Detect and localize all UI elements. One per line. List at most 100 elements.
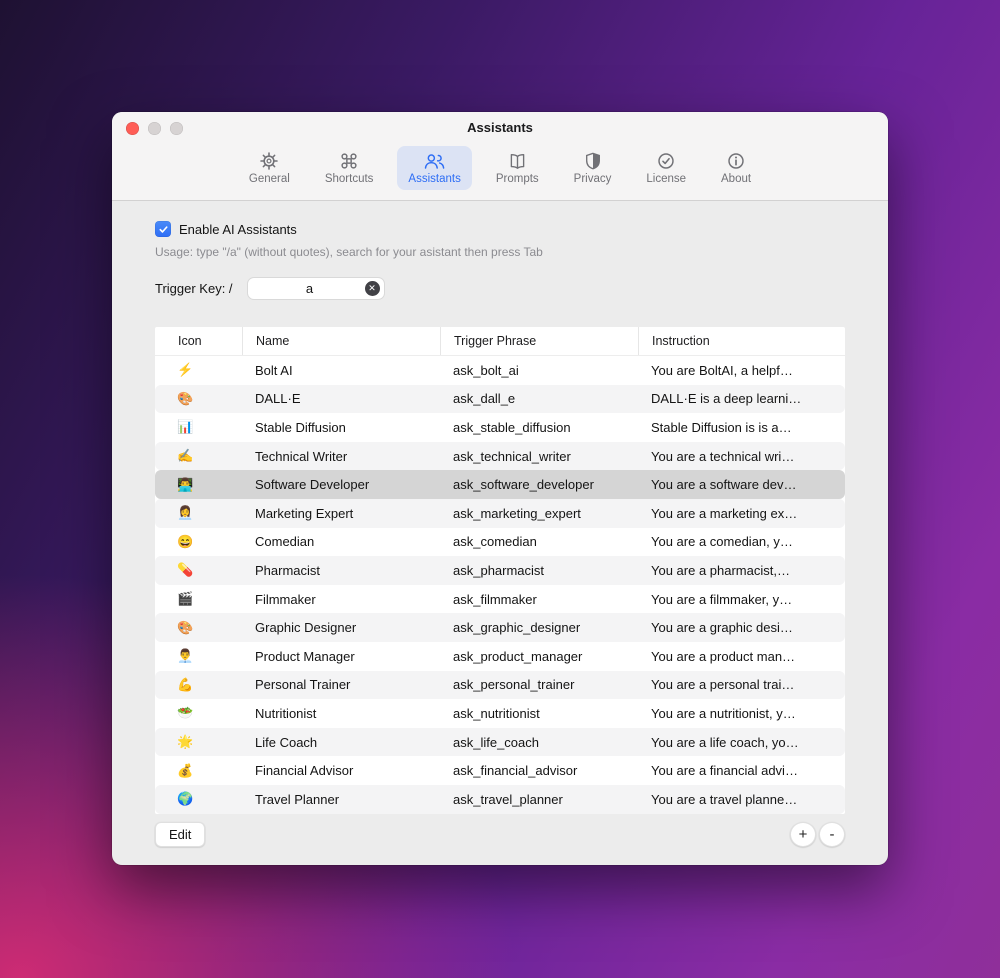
tab-general[interactable]: General [238, 146, 301, 190]
row-name: Personal Trainer [255, 677, 351, 693]
row-trigger-phrase: ask_graphic_designer [453, 620, 581, 636]
clear-field-icon[interactable]: ✕ [364, 281, 380, 296]
assistants-table: Icon Name Trigger Phrase Instruction ⚡ Bo… [155, 327, 845, 814]
row-instruction: You are a pharmacist,… [651, 562, 790, 578]
row-trigger-phrase: ask_marketing_expert [453, 505, 581, 521]
table-row[interactable]: 👨‍💻 Software Developer ask_software_develo… [155, 470, 845, 499]
seal-check-icon [657, 151, 675, 171]
tab-assistants[interactable]: Assistants [397, 146, 472, 190]
row-icon: 🎬 [177, 591, 194, 607]
row-icon: 🎨 [177, 390, 194, 406]
row-trigger-phrase: ask_dall_e [453, 391, 516, 407]
checkmark-icon [158, 225, 168, 233]
row-instruction: You are BoltAI, a helpf… [651, 362, 793, 378]
row-icon: 💪 [177, 676, 194, 692]
tab-label: License [646, 173, 687, 185]
row-icon: 🌟 [177, 734, 194, 750]
header-icon[interactable]: Icon [155, 327, 242, 355]
row-trigger-phrase: ask_travel_planner [453, 791, 563, 807]
row-name: Bolt AI [255, 362, 293, 378]
row-trigger-phrase: ask_pharmacist [453, 562, 545, 578]
remove-assistant-button[interactable]: - [819, 822, 845, 847]
table-row[interactable]: ✍️ Technical Writer ask_technical_writer Yo… [155, 441, 845, 471]
table-row[interactable]: 👨‍💼 Product Manager ask_product_manager You… [155, 642, 845, 671]
enable-ai-assistants-label: Enable AI Assistants [179, 221, 297, 237]
row-name: Financial Advisor [255, 763, 354, 779]
table-row[interactable]: 👩‍💼 Marketing Expert ask_marketing_expert Y… [155, 498, 845, 528]
row-instruction: You are a nutritionist, y… [651, 705, 796, 721]
table-row[interactable]: 🎨 DALL·E ask_dall_e DALL·E is a deep learni… [155, 384, 845, 414]
table-row[interactable]: ⚡ Bolt AI ask_bolt_ai You are BoltAI, a hel… [155, 356, 845, 385]
row-trigger-phrase: ask_life_coach [453, 734, 539, 750]
table-row[interactable]: 🌟 Life Coach ask_life_coach You are a life … [155, 727, 845, 757]
edit-button[interactable]: Edit [155, 822, 206, 847]
window-title: Assistants [467, 120, 533, 135]
tab-label: General [248, 173, 290, 185]
zoom-button[interactable] [170, 122, 183, 135]
row-icon: 👨‍💼 [177, 648, 194, 664]
row-icon: ⚡ [177, 362, 194, 378]
row-name: Pharmacist [255, 562, 321, 578]
tab-prompts[interactable]: Prompts [485, 146, 550, 190]
row-name: Filmmaker [255, 591, 316, 607]
book-icon [508, 151, 527, 171]
row-icon: 📊 [177, 419, 194, 435]
footer-controls: Edit + - [155, 822, 845, 847]
tab-privacy[interactable]: Privacy [563, 146, 623, 190]
enable-ai-assistants-checkbox[interactable] [155, 221, 171, 237]
row-trigger-phrase: ask_software_developer [453, 477, 594, 493]
table-row[interactable]: 🥗 Nutritionist ask_nutritionist You are a n… [155, 699, 845, 728]
row-instruction: DALL·E is a deep learni… [651, 391, 802, 407]
trigger-key-row: Trigger Key: / ✕ [155, 277, 845, 300]
trigger-key-label: Trigger Key: / [155, 281, 233, 296]
header-trigger-phrase[interactable]: Trigger Phrase [440, 327, 638, 355]
row-icon: 😄 [177, 533, 194, 549]
table-row[interactable]: 🎨 Graphic Designer ask_graphic_designer You… [155, 613, 845, 642]
row-trigger-phrase: ask_nutritionist [453, 705, 540, 721]
tab-label: Prompts [495, 173, 539, 185]
row-instruction: You are a comedian, y… [651, 534, 793, 550]
row-instruction: You are a filmmaker, y… [651, 591, 793, 607]
row-instruction: You are a product man… [651, 648, 796, 664]
row-icon: 🎨 [177, 619, 194, 635]
close-button[interactable] [126, 122, 139, 135]
header-name[interactable]: Name [242, 327, 440, 355]
add-assistant-button[interactable]: + [790, 822, 816, 847]
row-name: Product Manager [255, 648, 355, 664]
table-row[interactable]: 😄 Comedian ask_comedian You are a comedian,… [155, 528, 845, 557]
tab-license[interactable]: License [635, 146, 697, 190]
tab-label: Privacy [573, 173, 612, 185]
command-icon [340, 151, 358, 171]
row-instruction: You are a travel planne… [651, 791, 798, 807]
row-instruction: Stable Diffusion is is a… [651, 419, 792, 435]
row-name: DALL·E [255, 391, 301, 407]
table-row[interactable]: 💰 Financial Advisor ask_financial_advisor Y… [155, 756, 845, 785]
row-name: Life Coach [255, 734, 318, 750]
tab-shortcuts[interactable]: Shortcuts [314, 146, 385, 190]
row-trigger-phrase: ask_stable_diffusion [453, 419, 571, 435]
minimize-button[interactable] [148, 122, 161, 135]
trigger-key-field-wrap: ✕ [246, 277, 385, 300]
table-body: ⚡ Bolt AI ask_bolt_ai You are BoltAI, a hel… [155, 356, 845, 814]
header-instruction[interactable]: Instruction [638, 327, 845, 355]
row-trigger-phrase: ask_product_manager [453, 648, 583, 664]
table-row[interactable]: 📊 Stable Diffusion ask_stable_diffusion Sta… [155, 413, 845, 442]
tab-label: About [721, 173, 752, 185]
row-icon: 🌍 [177, 791, 194, 807]
table-row[interactable]: 🎬 Filmmaker ask_filmmaker You are a filmmak… [155, 585, 845, 614]
table-row[interactable]: 💊 Pharmacist ask_pharmacist You are a pharm… [155, 556, 845, 585]
row-instruction: You are a marketing ex… [651, 505, 798, 521]
table-header: Icon Name Trigger Phrase Instruction [155, 327, 845, 356]
row-name: Marketing Expert [255, 505, 354, 521]
table-row[interactable]: 💪 Personal Trainer ask_personal_trainer You… [155, 670, 845, 700]
row-name: Nutritionist [255, 705, 317, 721]
trigger-key-input[interactable] [246, 277, 385, 300]
tab-about[interactable]: About [710, 146, 762, 190]
row-icon: 🥗 [177, 705, 194, 721]
table-row[interactable]: 🌍 Travel Planner ask_travel_planner You are… [155, 784, 845, 814]
row-name: Graphic Designer [255, 620, 357, 636]
row-instruction: You are a graphic desi… [651, 620, 793, 636]
tab-label: Assistants [408, 173, 461, 185]
row-name: Stable Diffusion [255, 419, 346, 435]
window-chrome: Assistants General Shortcuts Assistants Pro… [112, 112, 888, 201]
